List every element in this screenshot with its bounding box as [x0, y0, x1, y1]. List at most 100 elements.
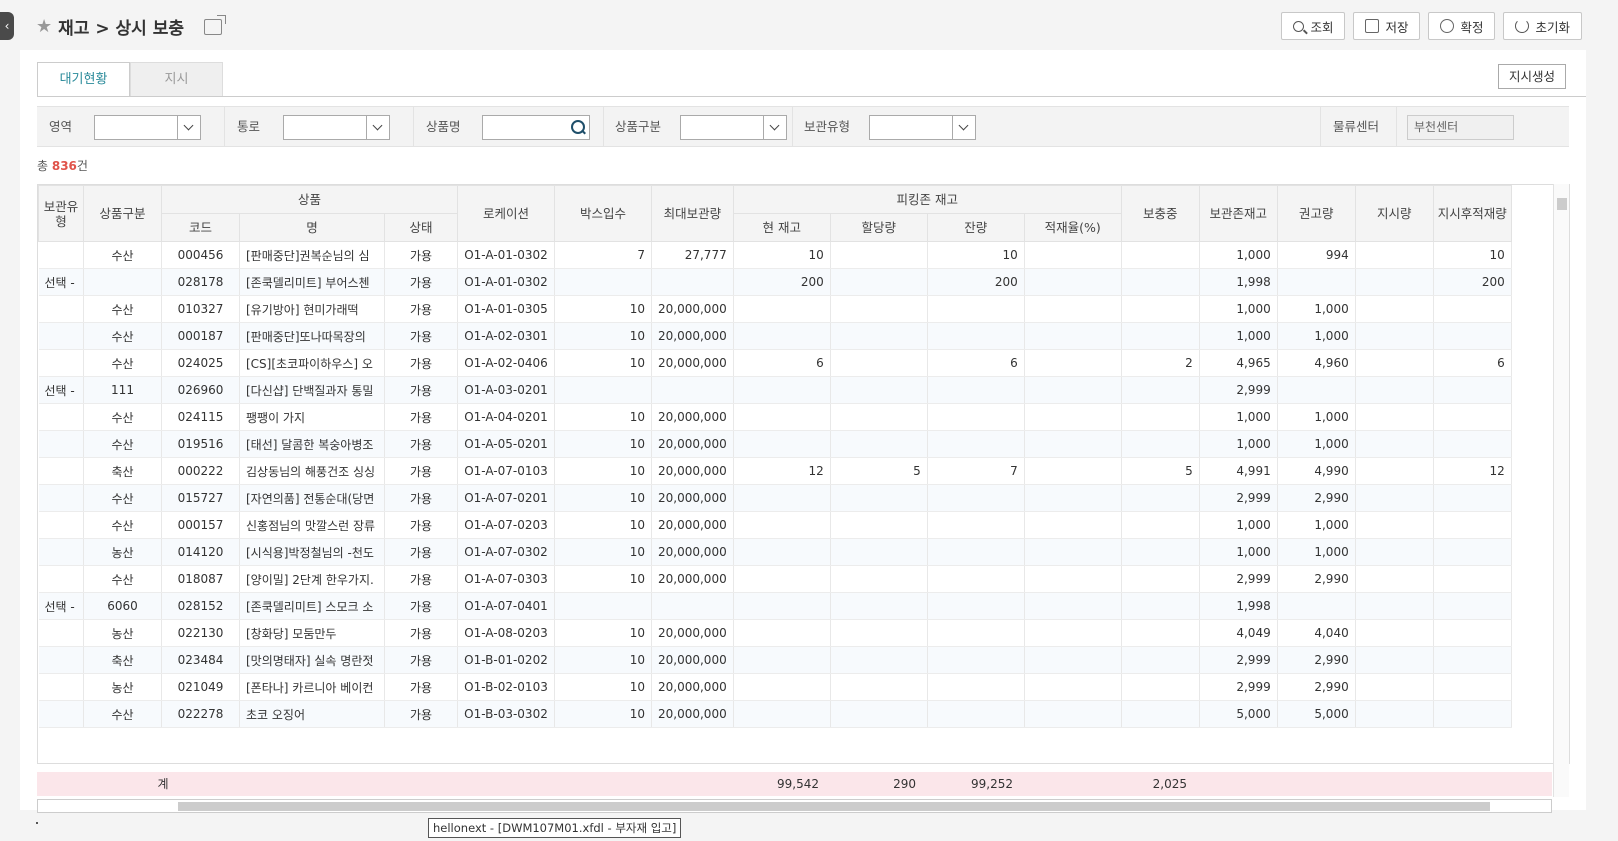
table-cell: [맛의명태자] 실속 명란젓 [239, 646, 385, 674]
confirm-button[interactable]: 확정 [1428, 12, 1496, 40]
col-load-rate[interactable]: 적재율(%) [1023, 213, 1122, 242]
col-product-type[interactable]: 상품구분 [83, 185, 162, 242]
aisle-select[interactable] [283, 115, 390, 140]
table-cell [1355, 538, 1434, 566]
table-row[interactable]: 수산 015727 [자연의품] 전통순대(당면 가용 O1-A-07-0201 10 20… [38, 484, 1512, 512]
table-cell: 가용 [384, 268, 458, 296]
product-name-input[interactable] [482, 115, 590, 140]
table-row[interactable]: 수산 024025 [CS][초코파이하우스] 오 가용 O1-A-02-0406 10 2… [38, 349, 1512, 377]
col-recommend[interactable]: 권고량 [1276, 185, 1356, 242]
table-row[interactable]: 수산 018087 [양이밀] 2단계 한우가지. 가용 O1-A-07-0303 10 2… [38, 565, 1512, 593]
table-cell [927, 700, 1025, 728]
table-cell: 018087 [161, 565, 240, 593]
col-location[interactable]: 로케이션 [457, 185, 555, 242]
col-picking-stock: 피킹존 재고 [732, 185, 1122, 214]
save-button-label: 저장 [1385, 19, 1409, 35]
table-cell [733, 565, 831, 593]
scroll-thumb[interactable] [178, 802, 1490, 811]
table-row[interactable]: 농산 014120 [시식용]박정철님의 -천도 가용 O1-A-07-0302 10 20… [38, 538, 1512, 566]
table-cell: 20,000,000 [651, 673, 734, 701]
col-replenishing[interactable]: 보충중 [1120, 185, 1200, 242]
table-row[interactable]: 선택 -6060 028152 [존쿡델리미트] 스모크 소 가용 O1-A-07-04… [38, 592, 1512, 620]
scroll-thumb[interactable] [1557, 198, 1567, 210]
table-cell: [양이밀] 2단계 한우가지. [239, 565, 385, 593]
table-cell: 024115 [161, 403, 240, 431]
table-row[interactable]: 수산 010327 [유기방아] 현미가래떡 가용 O1-A-01-0305 10 20,0… [38, 295, 1512, 323]
table-cell [1024, 268, 1122, 296]
table-cell [651, 376, 734, 404]
table-cell: 가용 [384, 619, 458, 647]
col-allocated[interactable]: 할당량 [829, 213, 928, 242]
col-max-storage[interactable]: 최대보관량 [651, 185, 734, 242]
table-cell: 20,000,000 [651, 349, 734, 377]
table-cell: 1,000 [1277, 295, 1356, 323]
tab-instruction[interactable]: 지시 [130, 62, 223, 96]
table-cell: 초코 오징어 [239, 700, 385, 728]
table-cell: 선택 - [38, 376, 84, 404]
col-instruct[interactable]: 지시량 [1354, 185, 1434, 242]
table-cell: O1-A-04-0201 [457, 403, 555, 431]
horizontal-scrollbar[interactable] [37, 799, 1552, 813]
table-row[interactable]: 수산 000456 [판매중단]권복순님의 심 가용 O1-A-01-0302 7 27,7… [38, 241, 1512, 269]
col-storage-type[interactable]: 보관유형 [38, 185, 84, 242]
table-cell: 농산 [83, 619, 162, 647]
table-cell [1433, 700, 1512, 728]
table-row[interactable]: 수산 019516 [태선] 달콤한 복숭아병조 가용 O1-A-05-0201 10 20… [38, 430, 1512, 458]
table-cell [38, 700, 84, 728]
col-status[interactable]: 상태 [384, 213, 458, 242]
search-button[interactable]: 조회 [1281, 12, 1346, 40]
col-name[interactable]: 명 [239, 213, 385, 242]
favorite-star-icon[interactable]: ★ [36, 16, 52, 37]
table-cell [1024, 241, 1122, 269]
reset-button[interactable]: 초기화 [1503, 12, 1582, 40]
table-cell: 1,000 [1277, 403, 1356, 431]
share-icon[interactable] [203, 14, 226, 35]
vertical-scrollbar[interactable] [1553, 184, 1569, 797]
table-row[interactable]: 농산 021049 [폰타나] 카르니아 베이컨 가용 O1-B-02-0103 10 20… [38, 673, 1512, 701]
table-cell [733, 322, 831, 350]
table-row[interactable]: 축산 023484 [맛의명태자] 실속 명란젓 가용 O1-B-01-0202 10 20… [38, 646, 1512, 674]
table-cell [651, 268, 734, 296]
table-cell: 수산 [83, 484, 162, 512]
table-cell: O1-B-01-0202 [457, 646, 555, 674]
col-after-load[interactable]: 지시후적재량 [1432, 185, 1512, 242]
table-cell [1024, 538, 1122, 566]
table-cell: 20,000,000 [651, 619, 734, 647]
table-cell: 2,999 [1199, 646, 1278, 674]
table-row[interactable]: 수산 024115 팽팽이 가지 가용 O1-A-04-0201 10 20,000,000… [38, 403, 1512, 431]
table-cell: 111 [83, 376, 162, 404]
search-icon[interactable] [566, 116, 589, 139]
table-row[interactable]: 수산 000157 신홍점님의 맛깔스런 장류 가용 O1-A-07-0203 10 20,… [38, 511, 1512, 539]
col-box-qty[interactable]: 박스입수 [554, 185, 652, 242]
table-row[interactable]: 선택 -111 026960 [다신샵] 단백질과자 통밀 가용 O1-A-03-020… [38, 376, 1512, 404]
table-cell [1121, 565, 1200, 593]
table-cell: O1-A-07-0201 [457, 484, 555, 512]
table-cell: 022278 [161, 700, 240, 728]
table-cell: 수산 [83, 322, 162, 350]
create-instruction-button[interactable]: 지시생성 [1497, 64, 1566, 89]
table-cell: 20,000,000 [651, 565, 734, 593]
table-cell: 1,000 [1199, 430, 1278, 458]
table-cell [1024, 700, 1122, 728]
table-row[interactable]: 축산 000222 김상동님의 해풍건조 싱싱 가용 O1-A-07-0103 10 20,… [38, 457, 1512, 485]
table-cell [733, 484, 831, 512]
product-type-select[interactable] [680, 115, 787, 140]
table-cell: 014120 [161, 538, 240, 566]
table-cell: 수산 [83, 700, 162, 728]
table-row[interactable]: 농산 022130 [창화당] 모둠만두 가용 O1-A-08-0203 10 20,000… [38, 619, 1512, 647]
table-row[interactable]: 수산 022278 초코 오징어 가용 O1-B-03-0302 10 20,000,000… [38, 700, 1512, 728]
col-code[interactable]: 코드 [161, 213, 240, 242]
table-row[interactable]: 수산 000187 [판매중단]또나따목장의 가용 O1-A-02-0301 10 20,0… [38, 322, 1512, 350]
table-cell: 수산 [83, 403, 162, 431]
col-current[interactable]: 현 재고 [732, 213, 831, 242]
col-storage-stock[interactable]: 보관존재고 [1198, 185, 1278, 242]
tab-waiting-status[interactable]: 대기현황 [37, 62, 130, 97]
storage-type-select[interactable] [869, 115, 976, 140]
grid-table: 보관유형 상품구분 상품 로케이션 박스입수 최대보관량 피킹존 재고 보충중 … [38, 185, 1512, 728]
save-button[interactable]: 저장 [1353, 12, 1421, 40]
col-remain[interactable]: 잔량 [926, 213, 1025, 242]
area-select[interactable] [94, 115, 201, 140]
table-row[interactable]: 선택 - 028178 [존쿡델리미트] 부어스첸 가용 O1-A-01-0302 200… [38, 268, 1512, 296]
table-cell [733, 295, 831, 323]
table-cell [927, 322, 1025, 350]
